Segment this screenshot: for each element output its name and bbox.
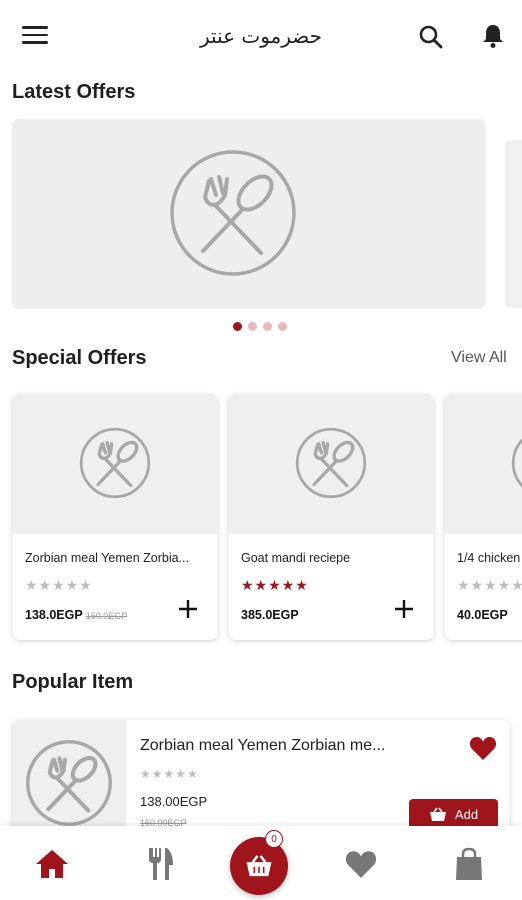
old-price: 150.0EGP: [85, 611, 128, 621]
basket-icon: [429, 807, 446, 821]
fork-spoon-placeholder-icon: [170, 150, 296, 276]
fork-spoon-placeholder-icon: [295, 427, 367, 499]
offer-banner-next[interactable]: [505, 140, 522, 308]
popular-item-title: Popular Item: [12, 671, 134, 693]
add-icon[interactable]: [393, 598, 415, 620]
carousel-indicator: [233, 322, 287, 331]
basket-icon: [246, 855, 272, 877]
nav-home[interactable]: [32, 844, 72, 884]
product-price: 40.0EGP: [457, 608, 508, 622]
fork-spoon-placeholder-icon: [511, 438, 522, 488]
carousel-dot[interactable]: [263, 322, 272, 331]
heart-icon: [345, 851, 377, 878]
product-name: Zorbian meal Yemen Zorbia...: [25, 551, 189, 565]
special-offer-card[interactable]: Goat mandi reciepe ★★★★★ 385.0EGP: [228, 394, 434, 640]
rating-stars: ★★★★★: [140, 767, 199, 781]
nav-favorites[interactable]: [341, 844, 381, 884]
special-offer-card[interactable]: Zorbian meal Yemen Zorbia... ★★★★★ 138.0…: [12, 394, 218, 640]
product-image-placeholder: [12, 720, 126, 840]
special-offers-title: Special Offers: [12, 347, 147, 369]
add-to-cart-button[interactable]: Add: [409, 799, 498, 829]
popular-item-card[interactable]: Zorbian meal Yemen Zorbian me... ★★★★★ 1…: [12, 720, 510, 840]
add-icon[interactable]: [177, 598, 199, 620]
cart-count-badge: 0: [265, 830, 283, 848]
carousel-dot[interactable]: [248, 322, 257, 331]
latest-offers-title: Latest Offers: [12, 81, 136, 103]
fork-spoon-placeholder-icon: [79, 427, 151, 499]
heart-icon[interactable]: [469, 735, 497, 761]
rating-stars: ★★★★★: [241, 577, 309, 593]
special-offer-card[interactable]: 1/4 chicken ★★★★★ 40.0EGP: [444, 394, 522, 640]
search-icon[interactable]: [418, 24, 444, 50]
product-image-placeholder: [12, 394, 218, 534]
home-icon: [36, 850, 68, 878]
view-all-link[interactable]: View All: [451, 349, 507, 367]
fork-knife-icon: [149, 848, 173, 880]
product-price: 138.00EGP: [140, 794, 208, 809]
product-price: 138.0EGP 150.0EGP: [25, 608, 128, 622]
add-button-label: Add: [454, 806, 479, 822]
product-name: Zorbian meal Yemen Zorbian me...: [140, 737, 386, 754]
product-name: Goat mandi reciepe: [241, 551, 351, 565]
top-app-bar: حضرموت عنتر: [0, 0, 522, 72]
offer-banner[interactable]: [12, 119, 485, 309]
nav-bag[interactable]: [449, 844, 489, 884]
nav-menu[interactable]: [141, 844, 181, 884]
rating-stars: ★★★★★: [457, 577, 522, 593]
carousel-dot[interactable]: [278, 322, 287, 331]
bell-icon[interactable]: [481, 23, 505, 49]
product-name: 1/4 chicken: [457, 551, 521, 565]
carousel-dot[interactable]: [233, 322, 242, 331]
rating-stars: ★★★★★: [25, 577, 93, 593]
fork-spoon-placeholder-icon: [26, 740, 112, 826]
shopping-bag-icon: [456, 847, 482, 880]
product-price: 385.0EGP: [241, 608, 299, 622]
product-image-placeholder: [444, 394, 522, 534]
product-image-placeholder: [228, 394, 434, 534]
